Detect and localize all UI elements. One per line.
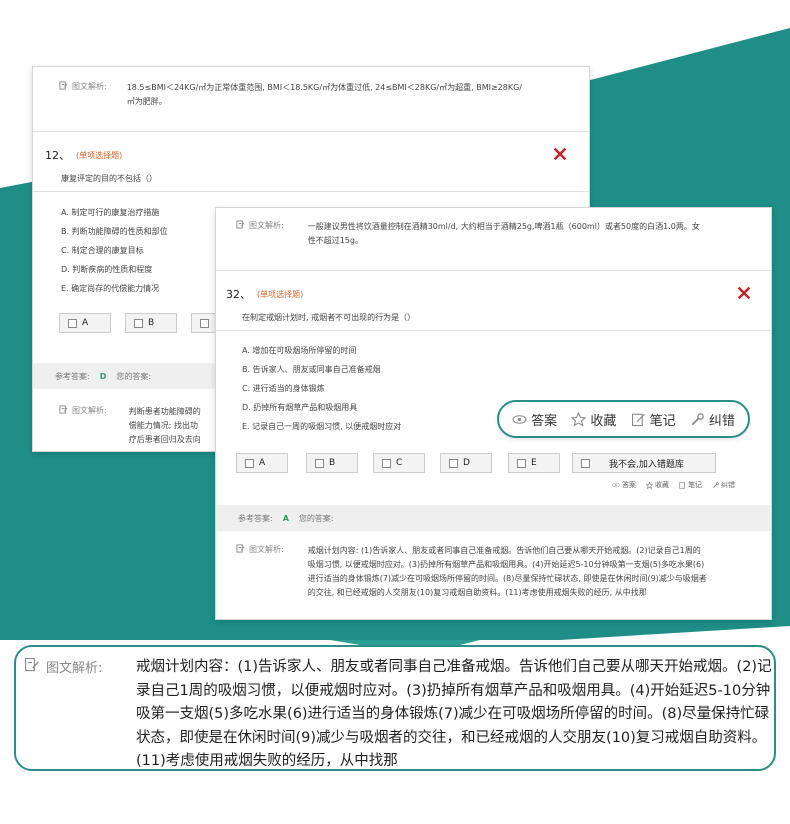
wrong-mark-icon <box>737 286 751 300</box>
checkbox[interactable] <box>581 458 590 468</box>
checkbox[interactable] <box>517 458 526 468</box>
question-header: 12、 (单项选择题) <box>45 147 122 163</box>
option-b: B. 判断功能障碍的性质和部位 <box>61 227 168 236</box>
eye-icon <box>612 482 620 488</box>
edit-doc-icon <box>236 220 245 229</box>
top-explanation: 图文解析: 18.5≤BMI＜24KG/㎡为正常体重范围, BMI＜18.5KG… <box>59 81 559 109</box>
option-a: A. 增加在可吸烟场所停留的时间 <box>242 346 357 355</box>
checkbox[interactable] <box>449 458 458 468</box>
checkbox[interactable] <box>315 458 324 468</box>
note-icon <box>679 481 685 489</box>
question-stem: 在制定戒烟计划时, 戒烟者不可出现的行为是（） <box>242 313 416 322</box>
checkbox[interactable] <box>134 318 143 328</box>
wrench-icon <box>713 481 719 488</box>
explanation-label: 图文解析: <box>59 405 107 447</box>
mini-correct-button[interactable]: 纠错 <box>712 480 735 490</box>
option-e: E. 记录自己一周的吸烟习惯, 以便戒烟时应对 <box>242 422 402 431</box>
answer-box-e[interactable]: E <box>508 453 560 473</box>
answer-box-a[interactable]: A <box>59 313 111 333</box>
correct-answer: A <box>282 513 289 523</box>
option-b: B. 告诉家人、朋友或同事自己准备戒烟 <box>242 365 381 374</box>
toolbar-zoom: 答案 收藏 笔记 纠错 <box>497 400 750 438</box>
explanation-text: 判断患者功能障碍的 偿能力情况; 找出功 疗后患者回归及去向 <box>128 407 201 444</box>
answer-box-a[interactable]: A <box>236 453 288 473</box>
mini-favorite-button[interactable]: 收藏 <box>646 480 669 490</box>
edit-doc-icon <box>59 81 68 90</box>
question-number: 12、 <box>45 149 70 162</box>
explanation-text: 戒烟计划内容：(1)告诉家人、朋友或者同事自己准备戒烟。告诉他们自己要从哪天开始… <box>136 659 772 770</box>
correct-answer: D <box>99 371 107 381</box>
explanation-label: 图文解析: <box>24 657 102 676</box>
question-stem: 康复评定的目的不包括（） <box>61 174 157 183</box>
option-c: C. 进行适当的身体锻炼 <box>242 384 325 393</box>
option-d: D. 扔掉所有烟草产品和吸烟用具 <box>242 403 358 412</box>
wrench-icon <box>691 412 704 425</box>
answer-button[interactable]: 答案 <box>512 410 557 429</box>
explanation-label: 图文解析: <box>59 81 107 109</box>
checkbox[interactable] <box>382 458 391 468</box>
answer-box-b[interactable]: B <box>125 313 177 333</box>
correct-button[interactable]: 纠错 <box>690 410 735 429</box>
answer-box-c[interactable]: C <box>373 453 425 473</box>
edit-doc-icon <box>236 544 245 553</box>
option-d: D. 判断疾病的性质和程度 <box>61 265 153 274</box>
edit-doc-icon <box>25 658 39 672</box>
bottom-explanation: 图文解析: 戒烟计划内容: (1)告诉家人、朋友或者同事自己准备戒烟。告诉他们自… <box>236 544 756 616</box>
option-c: C. 制定合理的康复目标 <box>61 246 144 255</box>
checkbox[interactable] <box>200 318 209 328</box>
star-icon <box>646 481 653 489</box>
reference-answer-bar: 参考答案: A 您的答案: <box>216 505 771 531</box>
checkbox[interactable] <box>68 318 77 328</box>
explanation-text: 一般建议男性将饮酒量控制在酒精30ml/d, 大约相当于酒精25g,啤酒1瓶（6… <box>307 222 700 245</box>
question-header: 32、 (单项选择题) <box>226 286 303 302</box>
question-type: (单项选择题) <box>76 150 123 160</box>
checkbox[interactable] <box>245 458 254 468</box>
explanation-text: 戒烟计划内容: (1)告诉家人、朋友或者同事自己准备戒烟。告诉他们自己要从哪天开… <box>307 546 707 597</box>
top-explanation: 图文解析: 一般建议男性将饮酒量控制在酒精30ml/d, 大约相当于酒精25g,… <box>236 220 756 248</box>
answer-box-b[interactable]: B <box>306 453 358 473</box>
add-to-mistakes-button[interactable]: 我不会,加入错题库 <box>572 453 716 473</box>
notes-button[interactable]: 笔记 <box>631 410 676 429</box>
bottom-explanation: 图文解析: 判断患者功能障碍的 偿能力情况; 找出功 疗后患者回归及去向 <box>59 405 201 447</box>
eye-icon <box>512 414 527 424</box>
explanation-label: 图文解析: <box>236 544 284 616</box>
option-a: A. 制定可行的康复治疗措施 <box>61 208 160 217</box>
edit-doc-icon <box>59 405 68 414</box>
wrong-mark-icon <box>553 147 567 161</box>
question-type: (单项选择题) <box>257 289 304 299</box>
mini-toolbar: 答案 收藏 笔记 纠错 <box>612 480 735 490</box>
note-edit-icon <box>631 413 645 426</box>
explanation-zoom-panel: 图文解析: 戒烟计划内容：(1)告诉家人、朋友或者同事自己准备戒烟。告诉他们自己… <box>14 645 776 771</box>
favorite-button[interactable]: 收藏 <box>571 410 616 429</box>
question-number: 32、 <box>226 288 251 301</box>
explanation-text: 18.5≤BMI＜24KG/㎡为正常体重范围, BMI＜18.5KG/㎡为体重过… <box>126 83 522 106</box>
option-e: E. 确定尚存的代偿能力情况 <box>61 284 160 293</box>
answer-box-d[interactable]: D <box>440 453 492 473</box>
mini-notes-button[interactable]: 笔记 <box>679 480 702 490</box>
explanation-label: 图文解析: <box>236 220 284 248</box>
mini-answer-button[interactable]: 答案 <box>612 480 636 490</box>
star-icon <box>571 411 587 427</box>
